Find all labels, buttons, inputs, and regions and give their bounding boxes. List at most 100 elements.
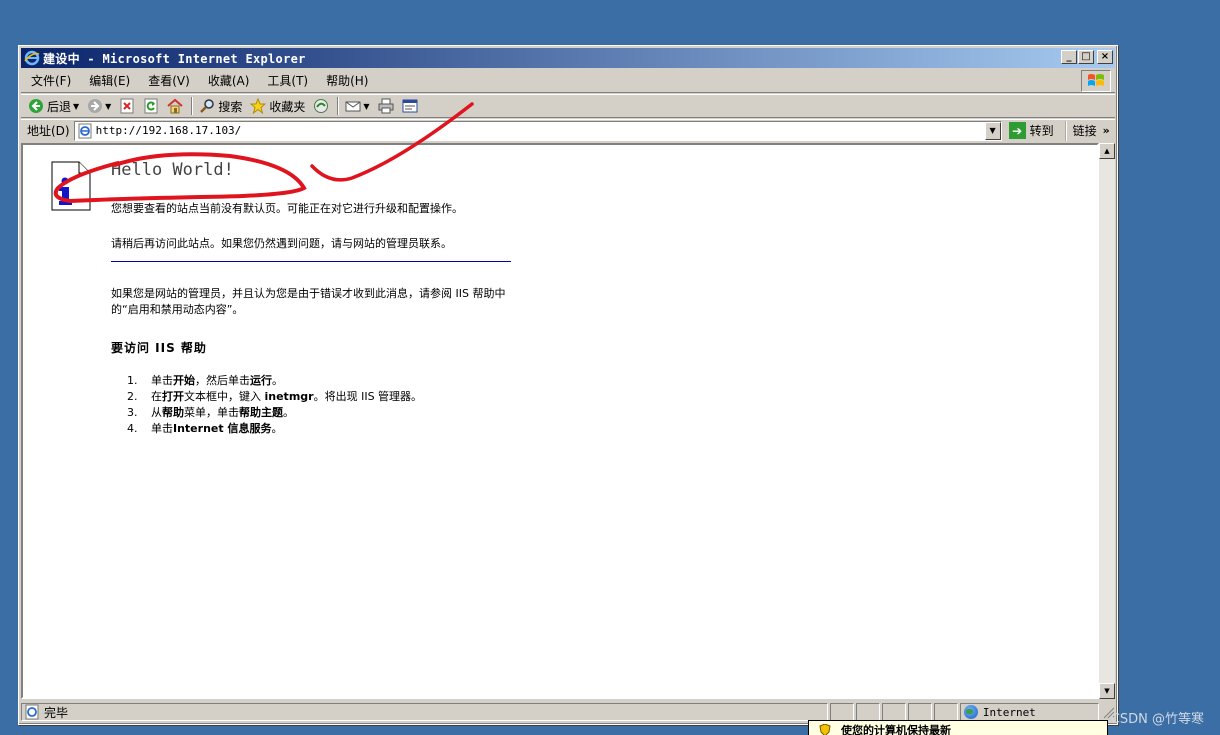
media-button[interactable] bbox=[310, 96, 332, 116]
step-text-part: 运行 bbox=[250, 374, 272, 387]
menu-view[interactable]: 查看(V) bbox=[138, 71, 198, 91]
menu-favorites[interactable]: 收藏(A) bbox=[198, 71, 258, 91]
scroll-down-icon[interactable]: ▼ bbox=[1099, 683, 1115, 699]
step-text-part: 从 bbox=[151, 406, 162, 419]
help-section-title: 要访问 IIS 帮助 bbox=[111, 341, 207, 355]
address-input[interactable] bbox=[95, 124, 976, 137]
back-label: 后退 bbox=[47, 99, 72, 114]
mail-dropdown-icon[interactable]: ▼ bbox=[363, 102, 369, 111]
watermark: CSDN @竹等寒 bbox=[1110, 712, 1204, 727]
search-icon bbox=[200, 99, 215, 113]
step-text: 从帮助菜单，单击帮助主题。 bbox=[151, 405, 294, 421]
paragraph-admin-note: 如果您是网站的管理员，并且认为您是由于错误才收到此消息，请参阅 IIS 帮助中的… bbox=[111, 287, 506, 316]
help-steps-list: 1. 单击开始，然后单击运行。 2. 在打开文本框中，键入 inetmgr。将出现 I… bbox=[127, 373, 422, 437]
edit-button[interactable] bbox=[399, 96, 421, 116]
back-dropdown-icon[interactable]: ▼ bbox=[73, 102, 79, 111]
toolbar-separator bbox=[191, 97, 194, 115]
search-button[interactable]: 搜索 bbox=[196, 96, 245, 116]
info-icon bbox=[51, 161, 91, 211]
go-icon: ➔ bbox=[1008, 122, 1026, 139]
print-button[interactable] bbox=[375, 96, 397, 116]
menu-file[interactable]: 文件(F) bbox=[21, 71, 79, 91]
balloon-text: 使您的计算机保持最新 bbox=[841, 724, 951, 735]
close-button[interactable]: × bbox=[1097, 50, 1113, 64]
scroll-up-icon[interactable]: ▲ bbox=[1099, 143, 1115, 159]
title-bar[interactable]: 建设中 - Microsoft Internet Explorer _ □ × bbox=[21, 48, 1115, 68]
update-balloon[interactable]: 使您的计算机保持最新 bbox=[808, 720, 1108, 735]
edit-icon bbox=[402, 99, 418, 113]
forward-dropdown-icon[interactable]: ▼ bbox=[105, 102, 111, 111]
vertical-scrollbar[interactable]: ▲ ▼ bbox=[1099, 143, 1115, 699]
refresh-button[interactable] bbox=[140, 96, 162, 116]
step-text-part: ，然后单击 bbox=[195, 374, 250, 387]
status-text: 完毕 bbox=[44, 705, 69, 720]
step-text-part: 开始 bbox=[173, 374, 195, 387]
step-text-part: 菜单，单击 bbox=[184, 406, 239, 419]
maximize-button[interactable]: □ bbox=[1078, 50, 1094, 64]
ie-window: 建设中 - Microsoft Internet Explorer _ □ × … bbox=[18, 45, 1118, 725]
window-title: 建设中 - Microsoft Internet Explorer bbox=[43, 51, 306, 66]
favorites-label: 收藏夹 bbox=[269, 99, 306, 114]
step-text-part: 帮助主题 bbox=[239, 406, 283, 419]
help-step-item: 1. 单击开始，然后单击运行。 bbox=[127, 373, 422, 389]
status-cell bbox=[830, 703, 855, 721]
step-number: 3. bbox=[127, 406, 138, 419]
help-step-item: 4. 单击Internet 信息服务。 bbox=[127, 421, 422, 437]
menu-edit[interactable]: 编辑(E) bbox=[79, 71, 138, 91]
step-text-part: inetmgr bbox=[264, 390, 314, 403]
back-icon bbox=[29, 99, 43, 113]
address-dropdown-icon[interactable]: ▼ bbox=[984, 121, 1001, 140]
paragraph-no-default-page: 您想要查看的站点当前没有默认页。可能正在对它进行升级和配置操作。 bbox=[111, 202, 463, 215]
step-text: 单击Internet 信息服务。 bbox=[151, 421, 282, 437]
status-cell bbox=[856, 703, 881, 721]
status-cell bbox=[933, 703, 958, 721]
paragraph-retry-later: 请稍后再访问此站点。如果您仍然遇到问题，请与网站的管理员联系。 bbox=[111, 237, 452, 250]
status-cell bbox=[882, 703, 907, 721]
page-done-icon bbox=[25, 704, 39, 720]
toolbar-separator bbox=[337, 97, 340, 115]
step-text-part: 打开 bbox=[162, 390, 184, 403]
help-step-item: 3. 从帮助菜单，单击帮助主题。 bbox=[127, 405, 422, 421]
home-icon bbox=[167, 98, 183, 114]
standard-toolbar: 后退 ▼ ▼ 搜索 收藏夹 ▼ bbox=[21, 94, 1115, 118]
mail-button[interactable]: ▼ bbox=[342, 96, 372, 116]
step-text: 单击开始，然后单击运行。 bbox=[151, 373, 283, 389]
mail-icon bbox=[345, 101, 361, 112]
menu-tools[interactable]: 工具(T) bbox=[257, 71, 316, 91]
favorites-button[interactable]: 收藏夹 bbox=[247, 96, 308, 116]
page-content: Hello World! 您想要查看的站点当前没有默认页。可能正在对它进行升级和… bbox=[21, 143, 1099, 699]
step-number: 2. bbox=[127, 390, 138, 403]
go-button[interactable]: ➔ 转到 bbox=[1006, 122, 1057, 139]
security-zone[interactable]: Internet bbox=[959, 703, 1100, 721]
menu-help[interactable]: 帮助(H) bbox=[316, 71, 376, 91]
windows-logo-icon bbox=[1081, 70, 1111, 92]
shield-icon bbox=[819, 724, 831, 735]
page-heading: Hello World! bbox=[111, 160, 234, 180]
step-text-part: 。将出现 IIS 管理器。 bbox=[313, 390, 423, 403]
status-cell bbox=[908, 703, 932, 721]
print-icon bbox=[378, 98, 394, 114]
home-button[interactable] bbox=[164, 96, 186, 116]
step-number: 1. bbox=[127, 374, 138, 387]
search-label: 搜索 bbox=[218, 99, 243, 114]
links-chevron-icon[interactable]: » bbox=[1103, 124, 1110, 137]
stop-button[interactable] bbox=[116, 96, 138, 116]
step-text: 在打开文本框中，键入 inetmgr。将出现 IIS 管理器。 bbox=[151, 389, 422, 405]
forward-button[interactable]: ▼ bbox=[84, 96, 114, 116]
page-icon bbox=[78, 123, 92, 138]
status-main-panel: 完毕 bbox=[21, 703, 829, 721]
address-field[interactable]: ▼ bbox=[73, 120, 1002, 141]
back-button[interactable]: 后退 ▼ bbox=[25, 96, 82, 116]
menu-bar: 文件(F) 编辑(E) 查看(V) 收藏(A) 工具(T) 帮助(H) bbox=[21, 69, 1115, 93]
step-text-part: 。 bbox=[271, 422, 283, 435]
favorites-icon bbox=[250, 98, 267, 114]
minimize-button[interactable]: _ bbox=[1061, 50, 1077, 64]
step-text-part: 在 bbox=[151, 390, 162, 403]
address-label: 地址(D) bbox=[27, 124, 70, 138]
step-text-part: Internet 信息服务 bbox=[173, 422, 272, 435]
go-label: 转到 bbox=[1029, 124, 1054, 138]
links-button[interactable]: 链接 bbox=[1064, 120, 1097, 141]
divider-line bbox=[111, 261, 511, 262]
address-bar: 地址(D) ▼ ➔ 转到 链接 » bbox=[21, 119, 1115, 141]
ie-icon bbox=[24, 50, 40, 66]
